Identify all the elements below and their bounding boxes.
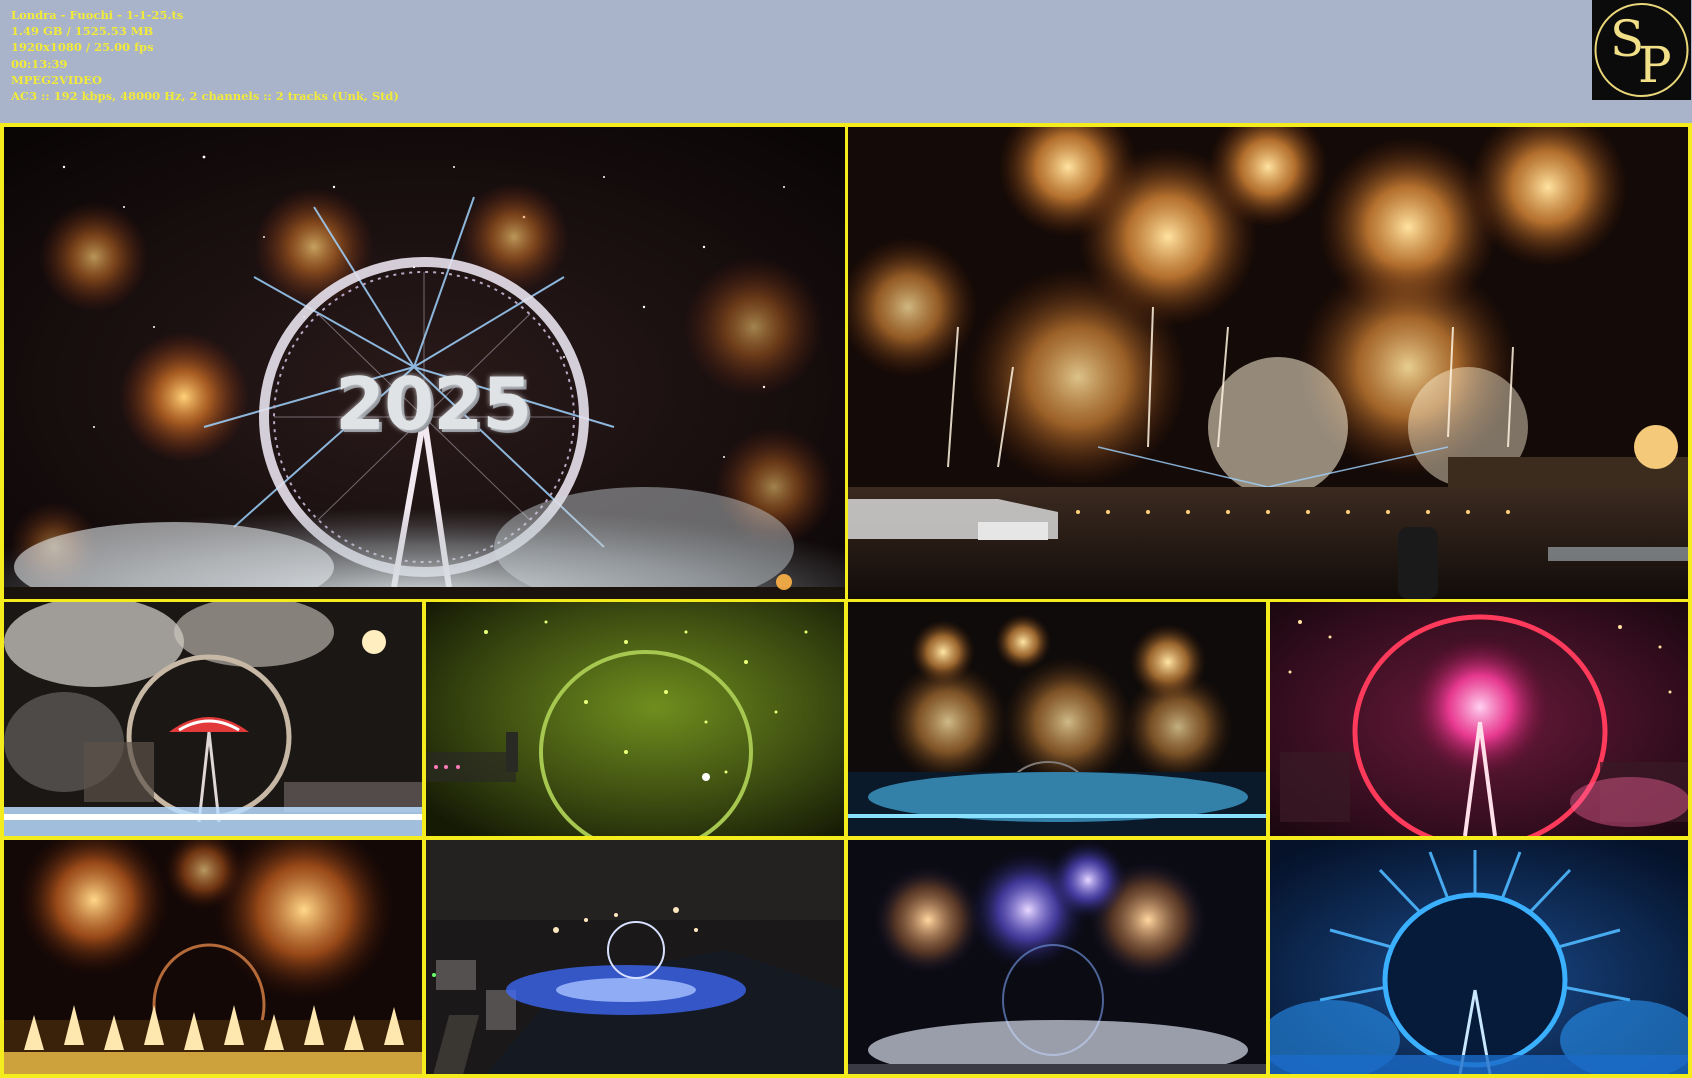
video-codec: MPEG2VIDEO: [11, 72, 103, 87]
thumbnail-wheel-green[interactable]: [426, 602, 844, 836]
audio-info: AC3 :: 192 kbps, 48000 Hz, 2 channels ::…: [11, 88, 399, 103]
file-info-panel: Londra - Fuochi - 1-1-25.ts 1.49 GB / 15…: [11, 7, 399, 104]
thumbnail-aerial-city[interactable]: [426, 840, 844, 1074]
thumbnail-wheel-umbrella[interactable]: [4, 602, 422, 836]
thumbnail-golden-bursts[interactable]: [848, 602, 1266, 836]
video-duration: 00:13:39: [11, 56, 68, 71]
video-resolution: 1920x1080 / 25.00 fps: [11, 40, 154, 55]
file-name: Londra - Fuochi - 1-1-25.ts: [11, 8, 184, 22]
umbrella-wheel-image: [4, 602, 422, 836]
golden-fireworks-image: [848, 127, 1688, 599]
thumbnail-wheel-2025[interactable]: 2025: [4, 127, 845, 599]
green-wheel-image: [426, 602, 844, 836]
golden-fountains-image: [4, 840, 422, 1074]
contact-sheet: Londra - Fuochi - 1-1-25.ts 1.49 GB / 15…: [0, 0, 1692, 1078]
aerial-city-image: [426, 840, 844, 1074]
file-size: 1.49 GB / 1525.53 MB: [11, 24, 154, 39]
blue-bursts-image: [848, 840, 1266, 1074]
thumbnail-wheel-blue[interactable]: [1270, 840, 1688, 1074]
svg-text:P: P: [1638, 36, 1672, 94]
sp-logo-icon: S P: [1594, 3, 1689, 97]
thumbnail-wheel-pink[interactable]: [1270, 602, 1688, 836]
thumbnail-blue-bursts[interactable]: [848, 840, 1266, 1074]
fireworks-wheel-image: [4, 127, 845, 599]
pink-wheel-image: [1270, 602, 1688, 836]
golden-bursts-image: [848, 602, 1266, 836]
thumbnail-golden-fountains[interactable]: [4, 840, 422, 1074]
thumbnail-golden-river[interactable]: [848, 127, 1688, 599]
thumbnail-grid: 2025: [0, 123, 1692, 1078]
blue-wheel-image: [1270, 840, 1688, 1074]
sp-logo: S P: [1592, 0, 1691, 100]
